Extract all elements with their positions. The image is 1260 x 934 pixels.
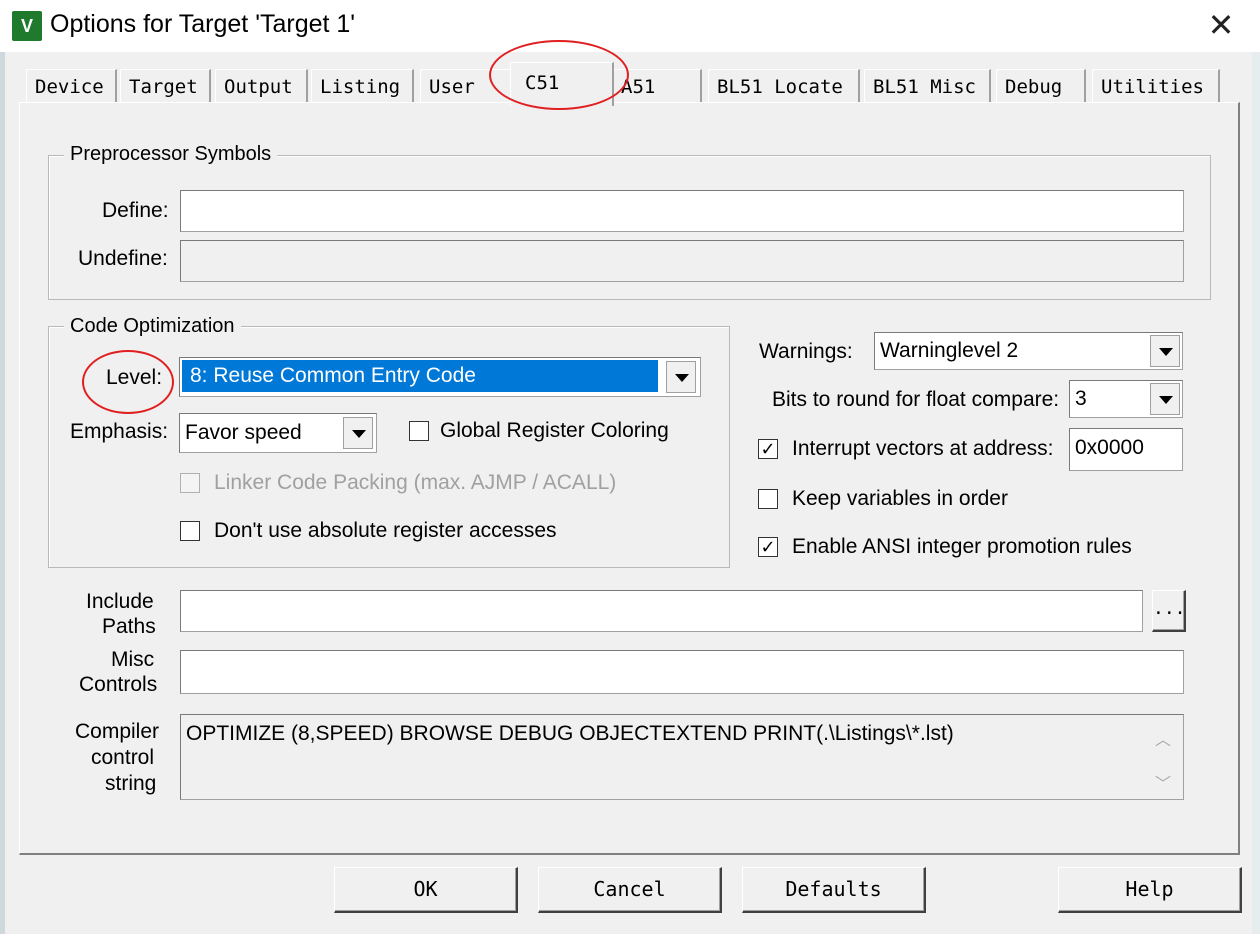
tab-listing[interactable]: Listing xyxy=(311,69,414,102)
help-button[interactable]: Help xyxy=(1058,867,1242,913)
interrupt-vectors-checkbox[interactable]: ✓ xyxy=(758,439,778,459)
misc-controls-label-line2: Controls xyxy=(79,673,158,696)
uv-icon: V xyxy=(12,11,42,41)
chevron-down-icon[interactable] xyxy=(343,417,373,449)
misc-controls-label-line1: Misc xyxy=(111,648,155,671)
keep-variables-label: Keep variables in order xyxy=(792,487,1008,510)
preprocessor-symbols-legend: Preprocessor Symbols xyxy=(64,143,278,166)
interrupt-vectors-address-field[interactable]: 0x0000 xyxy=(1069,428,1183,471)
include-paths-label-line1: Include xyxy=(86,590,154,613)
dont-use-absolute-checkbox[interactable] xyxy=(180,521,200,541)
tab-debug[interactable]: Debug xyxy=(996,69,1086,102)
level-select[interactable]: 8: Reuse Common Entry Code xyxy=(179,357,701,397)
cancel-button[interactable]: Cancel xyxy=(538,867,722,913)
tab-output[interactable]: Output xyxy=(215,69,308,102)
compiler-string-label-line1: Compiler xyxy=(75,720,160,743)
tab-c51[interactable]: C51 xyxy=(510,62,614,106)
linker-code-packing-checkbox xyxy=(180,473,200,493)
code-optimization-legend: Code Optimization xyxy=(64,315,241,338)
chevron-down-icon[interactable] xyxy=(1150,335,1180,367)
background-window-edge xyxy=(0,52,5,934)
window-title: Options for Target 'Target 1' xyxy=(50,10,356,38)
background-code-glimpse xyxy=(60,912,1260,934)
ansi-promotion-checkbox[interactable]: ✓ xyxy=(758,537,778,557)
global-register-coloring-checkbox[interactable] xyxy=(409,421,429,441)
ansi-promotion-label: Enable ANSI integer promotion rules xyxy=(792,535,1132,558)
include-paths-browse-button[interactable]: ... xyxy=(1152,590,1186,632)
tab-target[interactable]: Target xyxy=(120,69,211,102)
keep-variables-checkbox[interactable] xyxy=(758,489,778,509)
include-paths-label-line2: Paths xyxy=(102,615,156,638)
chevron-down-icon[interactable] xyxy=(666,361,696,393)
define-field[interactable] xyxy=(180,190,1184,232)
warnings-select[interactable]: Warninglevel 2 xyxy=(874,332,1183,370)
linker-code-packing-label: Linker Code Packing (max. AJMP / ACALL) xyxy=(214,471,617,494)
global-register-coloring-label: Global Register Coloring xyxy=(440,419,669,442)
undefine-field xyxy=(180,240,1184,282)
misc-controls-field[interactable] xyxy=(180,650,1184,694)
level-label: Level: xyxy=(106,366,163,389)
compiler-control-string-field: OPTIMIZE (8,SPEED) BROWSE DEBUG OBJECTEX… xyxy=(180,714,1184,800)
tab-a51[interactable]: A51 xyxy=(612,69,702,102)
defaults-button[interactable]: Defaults xyxy=(742,867,926,913)
chevron-down-icon[interactable] xyxy=(1150,383,1180,415)
tab-bl51-locate[interactable]: BL51 Locate xyxy=(708,69,860,102)
tab-bl51-misc[interactable]: BL51 Misc xyxy=(864,69,991,102)
undefine-label: Undefine: xyxy=(78,247,168,270)
close-icon[interactable]: ✕ xyxy=(1204,6,1238,44)
warnings-label: Warnings: xyxy=(759,340,853,363)
level-selected-value: 8: Reuse Common Entry Code xyxy=(182,360,658,392)
define-label: Define: xyxy=(102,199,169,222)
compiler-string-label-line3: string xyxy=(105,772,157,795)
compiler-control-string-text: OPTIMIZE (8,SPEED) BROWSE DEBUG OBJECTEX… xyxy=(186,722,954,745)
ok-button[interactable]: OK xyxy=(334,867,518,913)
tab-device[interactable]: Device xyxy=(26,69,117,102)
tab-user[interactable]: User xyxy=(420,69,512,102)
bits-round-label: Bits to round for float compare: xyxy=(772,388,1060,411)
background-window-edge-right xyxy=(1252,52,1260,934)
dont-use-absolute-label: Don't use absolute register accesses xyxy=(214,519,557,542)
scroll-down-icon[interactable]: ﹀ xyxy=(1155,770,1171,794)
tab-utilities[interactable]: Utilities xyxy=(1092,69,1220,102)
interrupt-vectors-label: Interrupt vectors at address: xyxy=(792,437,1054,460)
compiler-string-label-line2: control xyxy=(91,746,155,769)
include-paths-field[interactable] xyxy=(180,590,1143,632)
scroll-up-icon[interactable]: ︿ xyxy=(1155,726,1171,750)
emphasis-label: Emphasis: xyxy=(70,420,169,443)
